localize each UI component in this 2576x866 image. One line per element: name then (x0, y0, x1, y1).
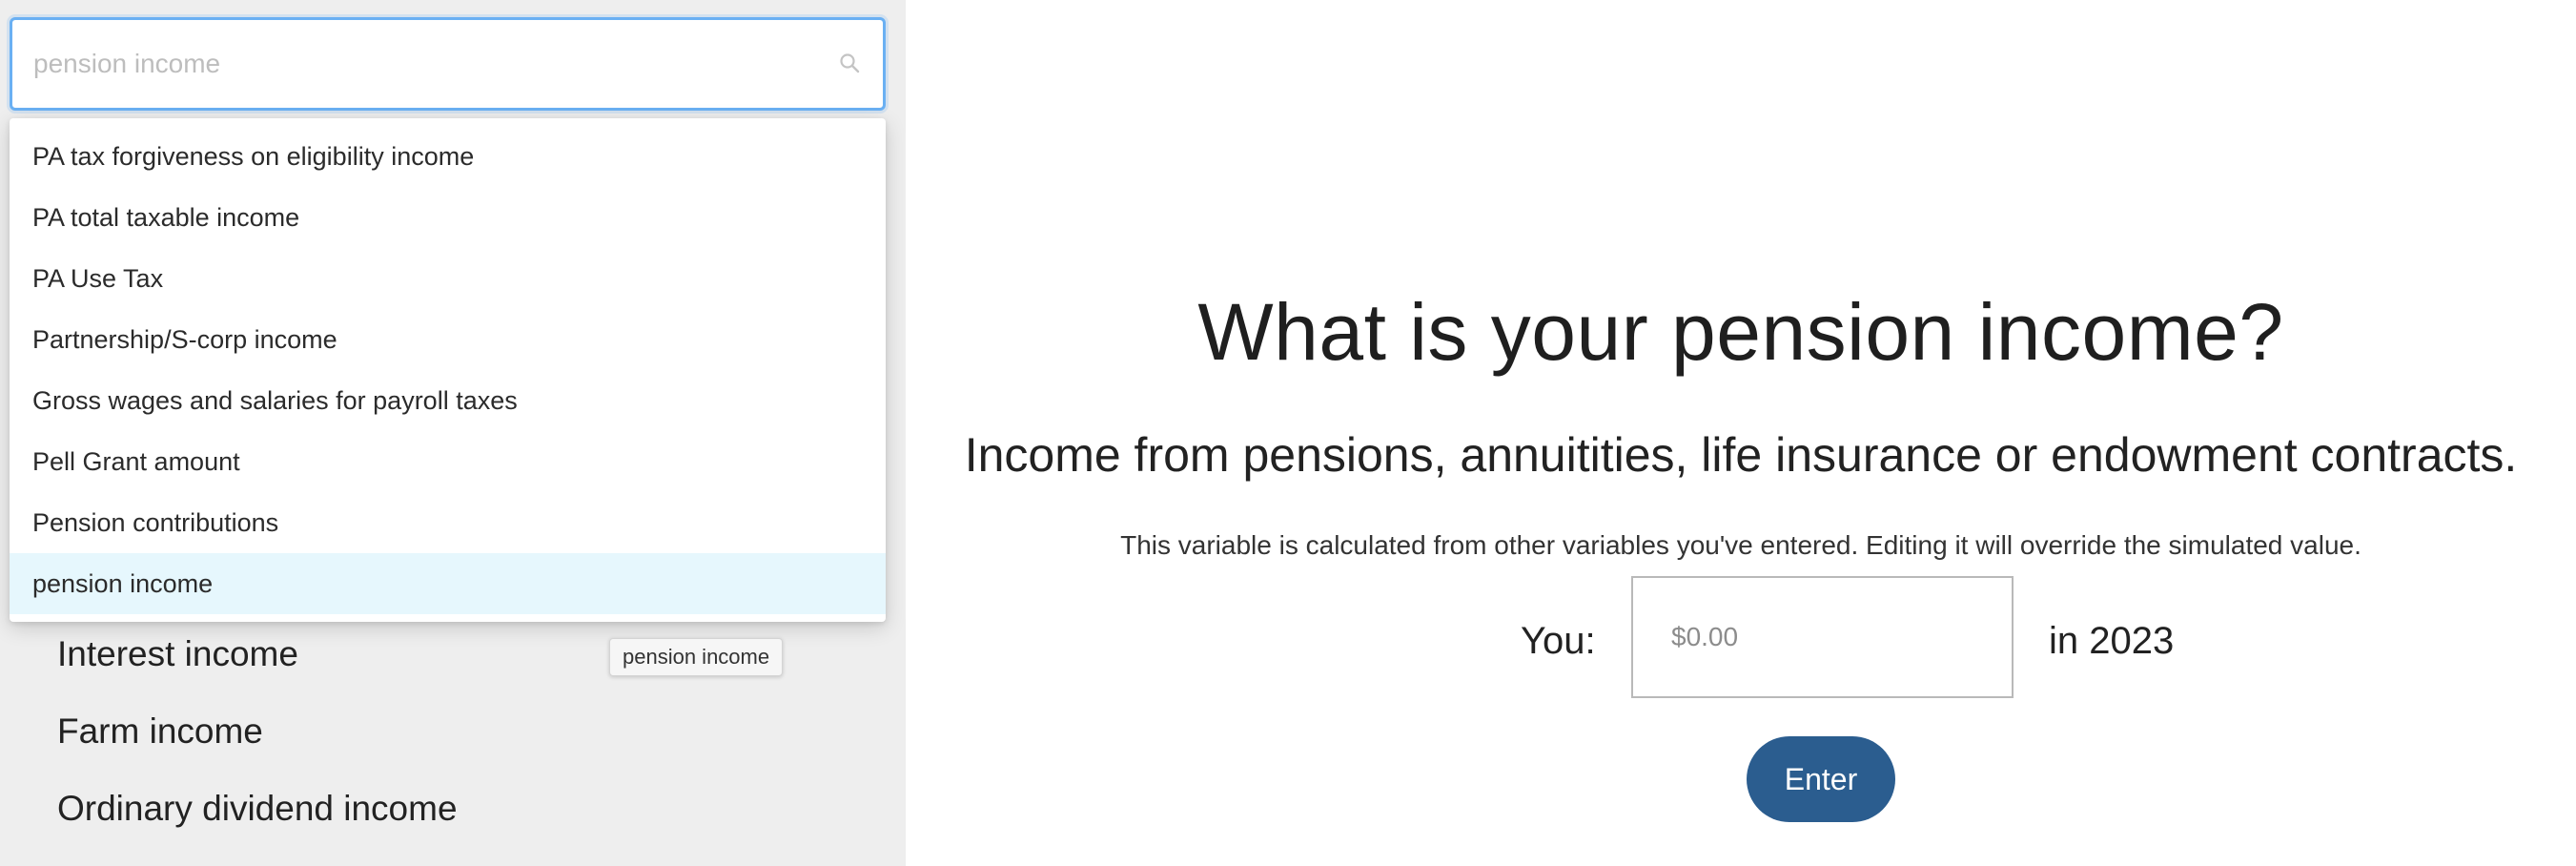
dropdown-option[interactable]: PA tax forgiveness on eligibility income (10, 126, 886, 187)
dropdown-option[interactable]: Pell Grant amount (10, 431, 886, 492)
you-label: You: (1521, 620, 1596, 662)
year-label: in 2023 (2049, 620, 2175, 662)
enter-button[interactable]: Enter (1747, 736, 1895, 822)
sidebar: PA tax forgiveness on eligibility income… (0, 0, 906, 866)
question-title: What is your pension income? (1197, 287, 2284, 377)
calculated-variable-note: This variable is calculated from other v… (1120, 530, 2361, 560)
question-description: Income from pensions, annuitities, life … (964, 428, 2518, 482)
sidebar-item-farm-income[interactable]: Farm income (57, 697, 877, 774)
dropdown-option[interactable]: Partnership/S-corp income (10, 309, 886, 370)
app: PA tax forgiveness on eligibility income… (0, 0, 2576, 866)
search-icon (840, 53, 860, 73)
variable-search[interactable] (10, 17, 886, 111)
sidebar-item-ordinary-dividend-income[interactable]: Ordinary dividend income (57, 774, 877, 852)
dropdown-option[interactable]: PA Use Tax (10, 248, 886, 309)
dropdown-option[interactable]: Pension contributions (10, 492, 886, 553)
hover-tooltip: pension income (609, 638, 784, 676)
search-input[interactable] (12, 20, 883, 108)
dropdown-option-selected[interactable]: pension income (10, 553, 886, 614)
dropdown-option[interactable]: Gross wages and salaries for payroll tax… (10, 370, 886, 431)
pension-income-input[interactable] (1631, 576, 2014, 698)
search-results-dropdown: PA tax forgiveness on eligibility income… (10, 118, 886, 622)
dropdown-option[interactable]: PA total taxable income (10, 187, 886, 248)
main-content: What is your pension income? Income from… (906, 0, 2576, 866)
